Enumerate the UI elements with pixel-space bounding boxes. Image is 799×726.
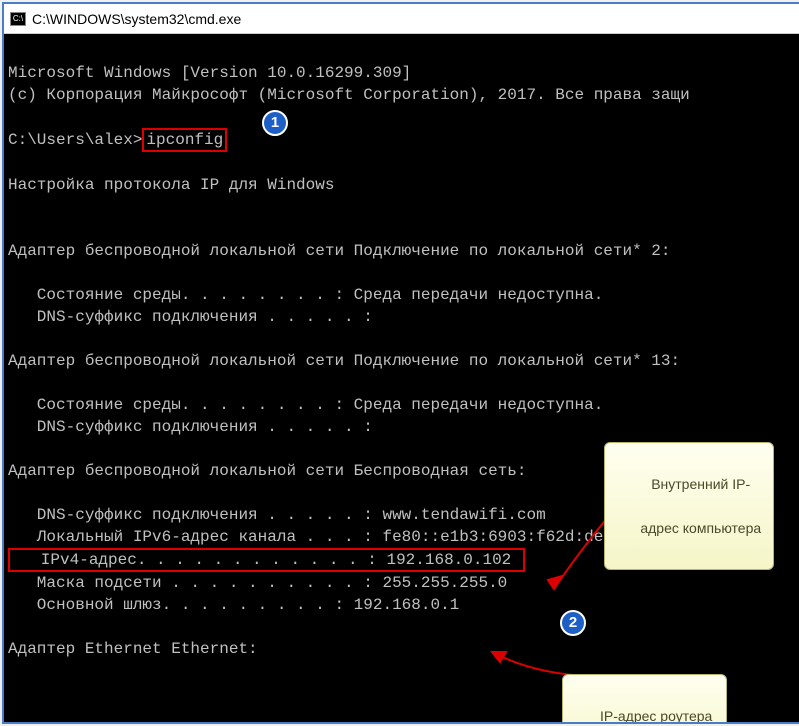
- prompt: C:\Users\alex>: [8, 131, 142, 149]
- cmd-icon: C:\: [10, 12, 26, 26]
- copyright-line: (c) Корпорация Майкрософт (Microsoft Cor…: [8, 86, 690, 104]
- version-line: Microsoft Windows [Version 10.0.16299.30…: [8, 64, 411, 82]
- cmd-window: C:\ C:\WINDOWS\system32\cmd.exe Microsof…: [2, 2, 799, 724]
- dns-suffix-2: DNS-суффикс подключения . . . . . :: [8, 418, 373, 436]
- wifi-subnet-mask: Маска подсети . . . . . . . . . . : 255.…: [8, 574, 507, 592]
- titlebar[interactable]: C:\ C:\WINDOWS\system32\cmd.exe: [4, 4, 799, 34]
- ipv4-highlight: IPv4-адрес. . . . . . . . . . . . : 192.…: [8, 548, 525, 572]
- media-state-2: Состояние среды. . . . . . . . : Среда п…: [8, 396, 603, 414]
- callout-router-text: IP-адрес роутера: [600, 708, 712, 722]
- ipconfig-heading: Настройка протокола IP для Windows: [8, 176, 334, 194]
- adapter-3-header: Адаптер беспроводной локальной сети Бесп…: [8, 462, 526, 480]
- adapter-4-header: Адаптер Ethernet Ethernet:: [8, 640, 258, 658]
- dns-suffix-1: DNS-суффикс подключения . . . . . :: [8, 308, 373, 326]
- terminal-area[interactable]: Microsoft Windows [Version 10.0.16299.30…: [4, 34, 799, 722]
- wifi-dns-suffix: DNS-суффикс подключения . . . . . : www.…: [8, 506, 546, 524]
- prompt-line: C:\Users\alex>ipconfig: [8, 131, 227, 149]
- callout-router-ip: IP-адрес роутера: [562, 674, 727, 722]
- adapter-2-header: Адаптер беспроводной локальной сети Подк…: [8, 352, 680, 370]
- window-title: C:\WINDOWS\system32\cmd.exe: [32, 11, 241, 27]
- callout-computer-ip: Внутренний IP- адрес компьютера: [604, 442, 774, 570]
- command-highlight: ipconfig: [142, 128, 227, 152]
- wifi-gateway: Основной шлюз. . . . . . . . . : 192.168…: [8, 596, 459, 614]
- adapter-1-header: Адаптер беспроводной локальной сети Подк…: [8, 242, 671, 260]
- callout-line-2: адрес компьютера: [640, 520, 761, 536]
- annotation-badge-2: 2: [560, 610, 586, 636]
- callout-line-1: Внутренний IP-: [651, 476, 750, 492]
- annotation-badge-1: 1: [262, 110, 288, 136]
- media-state-1: Состояние среды. . . . . . . . : Среда п…: [8, 286, 603, 304]
- wifi-ipv6: Локальный IPv6-адрес канала . . . : fe80…: [8, 528, 632, 546]
